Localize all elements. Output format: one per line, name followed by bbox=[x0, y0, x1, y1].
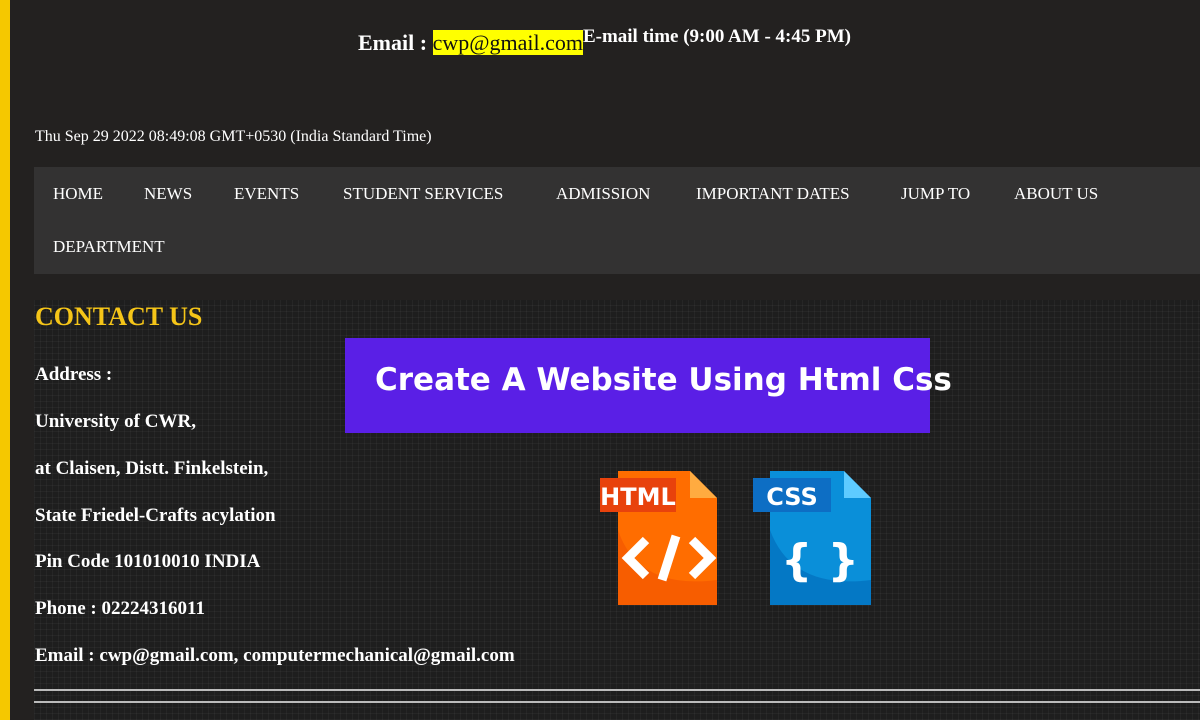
braces-glyph: { } bbox=[781, 535, 859, 586]
css-file-icon: CSS { } bbox=[753, 471, 871, 605]
contact-email: Email : cwp@gmail.com, computermechanica… bbox=[35, 645, 515, 666]
address-line-2: at Claisen, Distt. Finkelstein, bbox=[35, 458, 269, 479]
pin-code: Pin Code 101010010 INDIA bbox=[35, 551, 261, 572]
address-line-3: State Friedel-Crafts acylation bbox=[35, 505, 276, 526]
nav-about-us[interactable]: ABOUT US bbox=[1014, 184, 1098, 204]
nav-department[interactable]: DEPARTMENT bbox=[53, 237, 165, 257]
divider-2 bbox=[34, 701, 1200, 703]
nav-admission[interactable]: ADMISSION bbox=[556, 184, 650, 204]
css-icon-label: CSS bbox=[766, 483, 818, 511]
nav-home[interactable]: HOME bbox=[53, 184, 103, 204]
contact-title: CONTACT US bbox=[35, 302, 203, 331]
html-file-icon: HTML bbox=[600, 471, 717, 605]
nav-jump-to[interactable]: JUMP TO bbox=[901, 184, 970, 204]
email-link[interactable]: cwp@gmail.com bbox=[432, 30, 583, 55]
header-email: Email : cwp@gmail.comE-mail time (9:00 A… bbox=[358, 26, 851, 56]
email-label: Email : bbox=[358, 30, 433, 55]
email-time: E-mail time (9:00 AM - 4:45 PM) bbox=[582, 26, 851, 47]
main-nav: HOME NEWS EVENTS STUDENT SERVICES ADMISS… bbox=[34, 167, 1200, 274]
current-datetime: Thu Sep 29 2022 08:49:08 GMT+0530 (India… bbox=[35, 128, 432, 145]
banner-text: Create A Website Using Html Css bbox=[375, 362, 952, 398]
nav-events[interactable]: EVENTS bbox=[234, 184, 299, 204]
left-accent-bar bbox=[0, 0, 10, 720]
nav-important-dates[interactable]: IMPORTANT DATES bbox=[696, 184, 850, 204]
phone: Phone : 02224316011 bbox=[35, 598, 205, 619]
divider-1 bbox=[34, 689, 1200, 691]
address-label: Address : bbox=[35, 364, 113, 385]
nav-student-services[interactable]: STUDENT SERVICES bbox=[343, 184, 503, 204]
address-line-1: University of CWR, bbox=[35, 411, 196, 432]
html-icon-label: HTML bbox=[600, 483, 676, 511]
promo-banner: Create A Website Using Html Css bbox=[345, 338, 952, 433]
nav-news[interactable]: NEWS bbox=[144, 184, 192, 204]
